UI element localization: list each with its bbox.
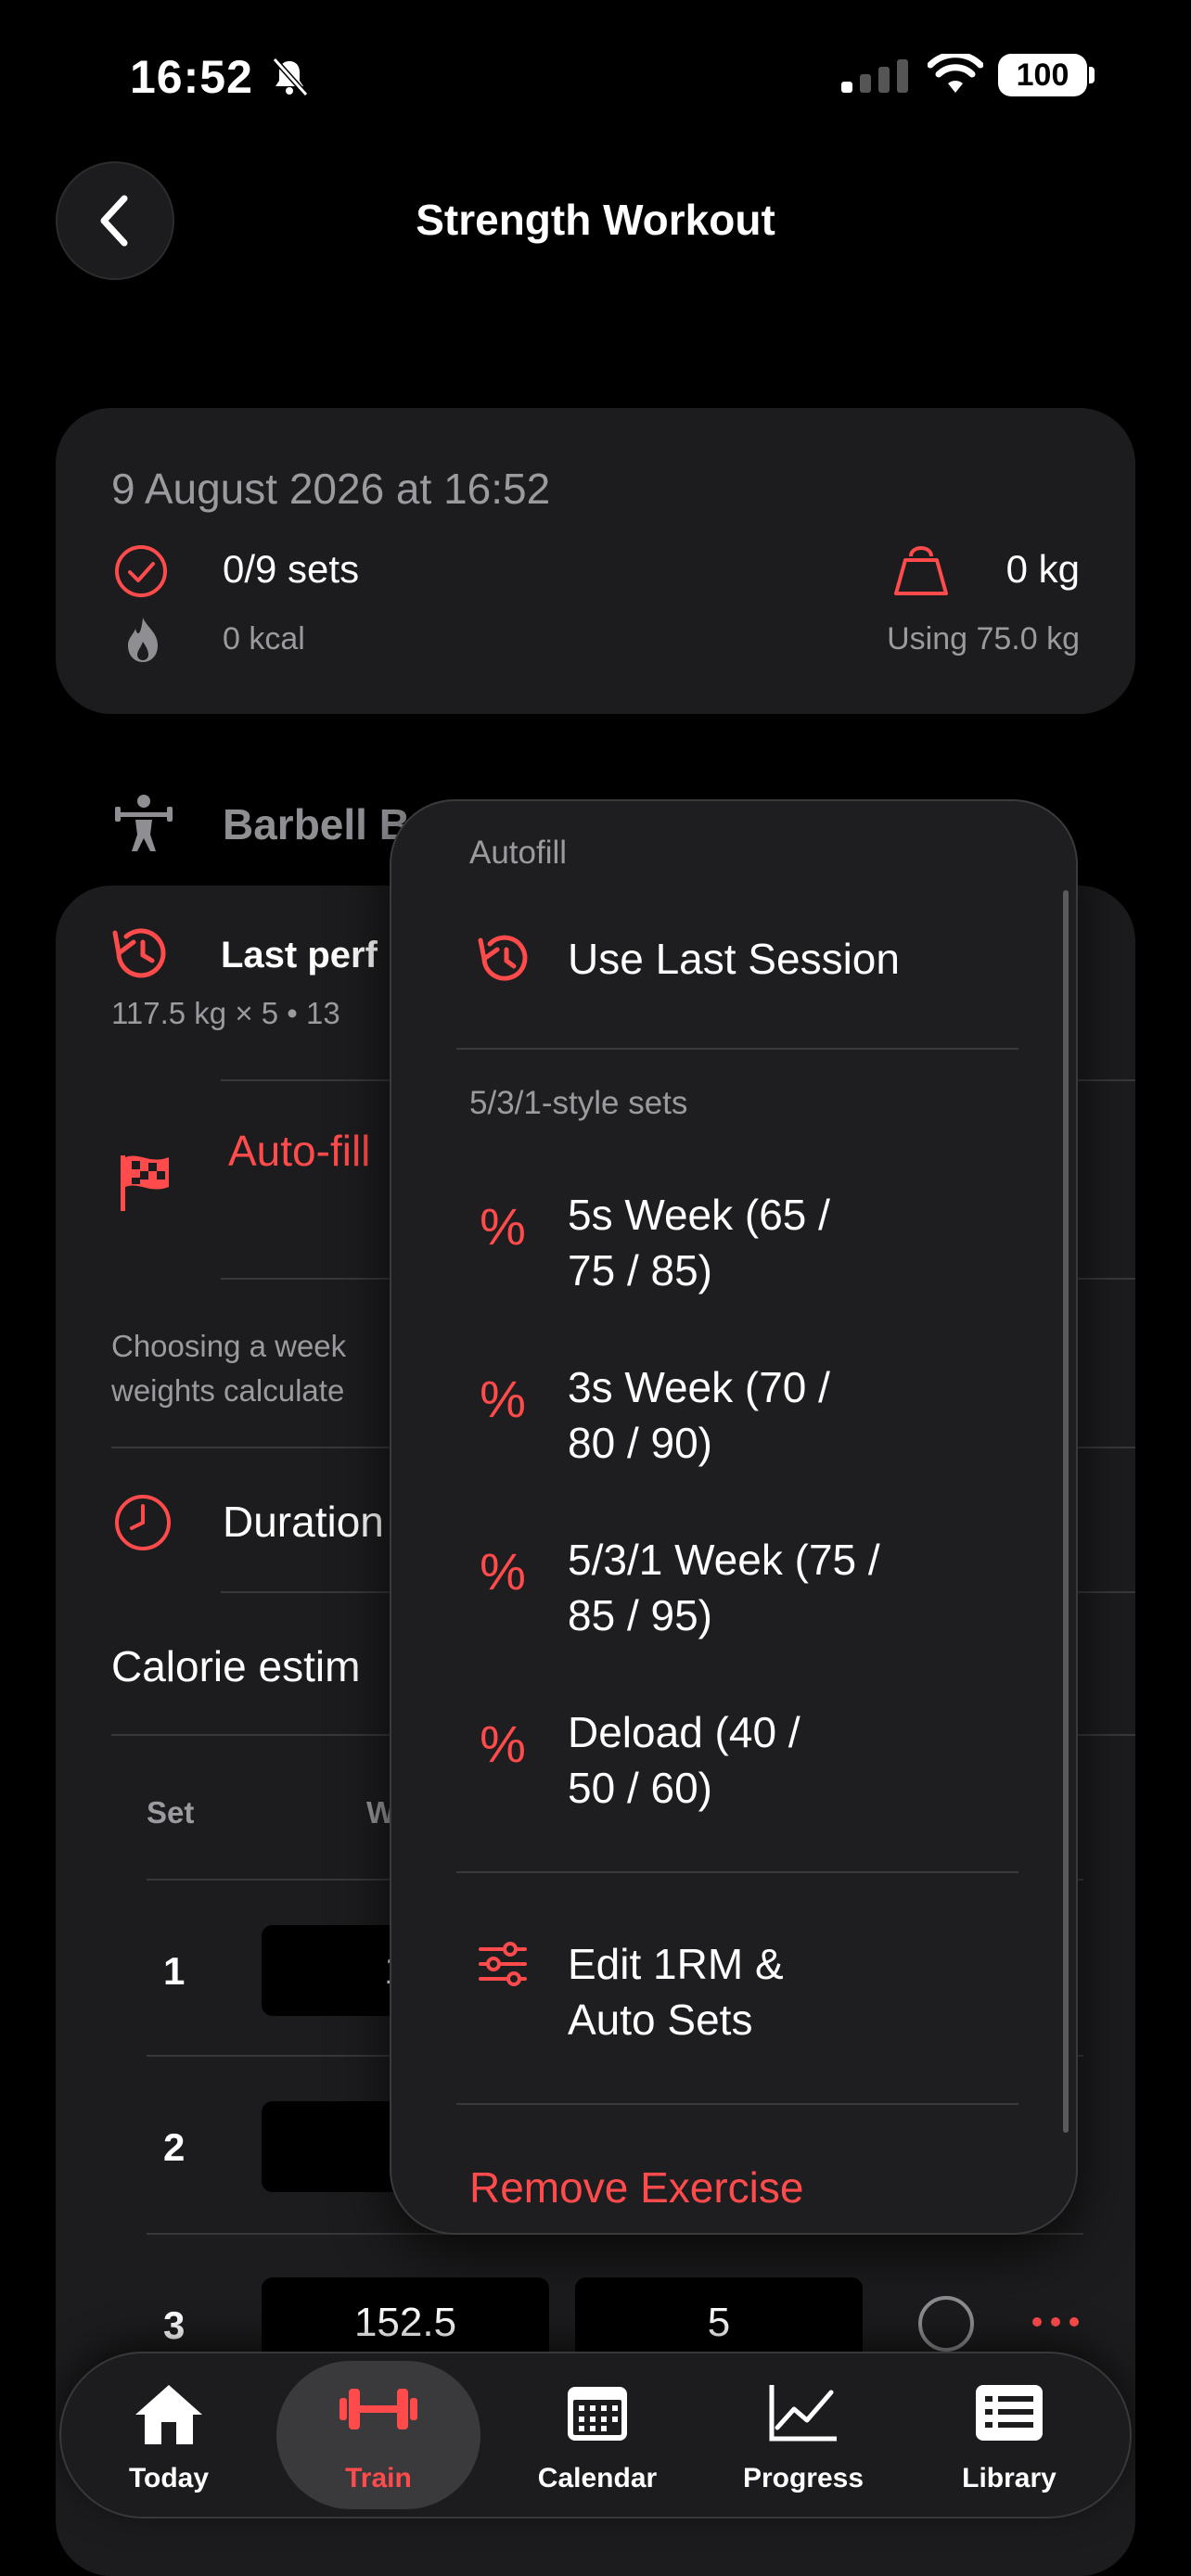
remove-exercise-item[interactable]: Remove Exercise xyxy=(469,2162,803,2213)
tab-train[interactable]: Train xyxy=(276,2361,480,2509)
menu-divider xyxy=(456,1048,1018,1050)
calorie-estimate-label: Calorie estim xyxy=(111,1642,361,1690)
menu-item-line: 3s Week (70 / xyxy=(568,1363,830,1411)
tab-label: Calendar xyxy=(537,2463,658,2493)
tab-today[interactable]: Today xyxy=(67,2353,271,2520)
set-number: 1 xyxy=(163,1949,186,1993)
menu-item-line: 75 / 85) xyxy=(568,1246,712,1294)
tab-calendar[interactable]: Calendar xyxy=(495,2353,699,2520)
autofill-button[interactable]: Auto-fill xyxy=(228,1126,370,1176)
history-icon xyxy=(112,928,166,978)
menu-scrollbar[interactable] xyxy=(1063,890,1069,2133)
menu-item-line: 85 / 95) xyxy=(568,1591,712,1639)
last-performance-values: 117.5 kg × 5 • 13 xyxy=(111,996,340,1030)
calories-burned: 0 kcal xyxy=(223,621,305,657)
tab-label: Progress xyxy=(742,2463,864,2493)
dumbbell-icon xyxy=(339,2389,417,2429)
more-options-icon[interactable] xyxy=(1030,2315,1082,2329)
tab-label: Library xyxy=(962,2463,1057,2493)
exercise-title: Barbell B xyxy=(223,800,410,848)
wifi-icon xyxy=(928,54,983,93)
chart-icon xyxy=(769,2385,837,2442)
menu-item-line: Auto Sets xyxy=(568,1996,753,2044)
sliders-icon xyxy=(479,1942,527,1986)
percent-icon: % xyxy=(480,1715,526,1773)
tab-label: Today xyxy=(128,2463,210,2493)
battery-indicator: 100 xyxy=(998,54,1087,96)
kettlebell-icon xyxy=(894,546,948,595)
tab-bar: Today Train Calendar Progress Library xyxy=(59,2352,1132,2519)
edit-1rm-item[interactable]: Edit 1RM & Auto Sets xyxy=(568,1936,784,2047)
menu-divider xyxy=(456,1871,1018,1873)
use-last-session-item[interactable]: Use Last Session xyxy=(568,931,900,987)
duration-label[interactable]: Duration xyxy=(223,1497,384,1547)
menu-item-line: Deload (40 / xyxy=(568,1708,800,1756)
tab-library[interactable]: Library xyxy=(907,2353,1111,2520)
using-weight: Using 75.0 kg xyxy=(887,621,1080,657)
menu-item-3s-week[interactable]: 3s Week (70 / 80 / 90) xyxy=(568,1359,830,1471)
last-performance-label: Last perf xyxy=(221,935,378,976)
total-weight: 0 kg xyxy=(1005,547,1080,591)
weightlifter-icon xyxy=(115,795,173,851)
menu-item-531-week[interactable]: 5/3/1 Week (75 / 85 / 95) xyxy=(568,1532,880,1643)
set-number: 3 xyxy=(163,2303,186,2347)
sets-count: 0/9 sets xyxy=(223,547,360,591)
exercise-options-menu: Autofill Use Last Session 5/3/1-style se… xyxy=(390,799,1078,2235)
set-number: 2 xyxy=(163,2125,186,2169)
menu-item-line: 50 / 60) xyxy=(568,1764,712,1812)
checkered-flag-icon xyxy=(121,1155,169,1211)
bell-slash-icon xyxy=(272,57,309,96)
percent-icon: % xyxy=(480,1197,526,1256)
menu-item-5s-week[interactable]: 5s Week (65 / 75 / 85) xyxy=(568,1187,830,1298)
calendar-icon xyxy=(568,2387,627,2441)
battery-tip xyxy=(1089,67,1095,83)
clock-icon xyxy=(115,1495,171,1550)
menu-item-line: Edit 1RM & xyxy=(568,1940,784,1988)
set-column-header: Set xyxy=(147,1795,195,1830)
signal-icon xyxy=(841,59,908,93)
flame-icon xyxy=(128,618,158,662)
tab-progress[interactable]: Progress xyxy=(701,2353,905,2520)
checkmark-circle-icon xyxy=(115,545,167,597)
page-title: Strength Workout xyxy=(416,196,775,244)
menu-section-531: 5/3/1-style sets xyxy=(469,1085,688,1121)
menu-item-line: 5s Week (65 / xyxy=(568,1191,830,1239)
menu-divider xyxy=(456,2103,1018,2105)
status-time: 16:52 xyxy=(130,51,253,103)
percent-icon: % xyxy=(480,1542,526,1600)
history-icon xyxy=(478,935,528,981)
menu-section-autofill: Autofill xyxy=(469,835,568,871)
tab-label: Train xyxy=(345,2463,412,2493)
menu-item-deload[interactable]: Deload (40 / 50 / 60) xyxy=(568,1704,800,1816)
menu-item-line: 5/3/1 Week (75 / xyxy=(568,1536,880,1584)
workout-summary-card xyxy=(56,408,1135,714)
workout-date: 9 August 2026 at 16:52 xyxy=(111,465,551,513)
list-icon xyxy=(976,2385,1043,2441)
house-icon xyxy=(135,2385,202,2444)
menu-item-line: 80 / 90) xyxy=(568,1419,712,1467)
set-complete-toggle[interactable] xyxy=(918,2296,974,2352)
percent-icon: % xyxy=(480,1370,526,1428)
